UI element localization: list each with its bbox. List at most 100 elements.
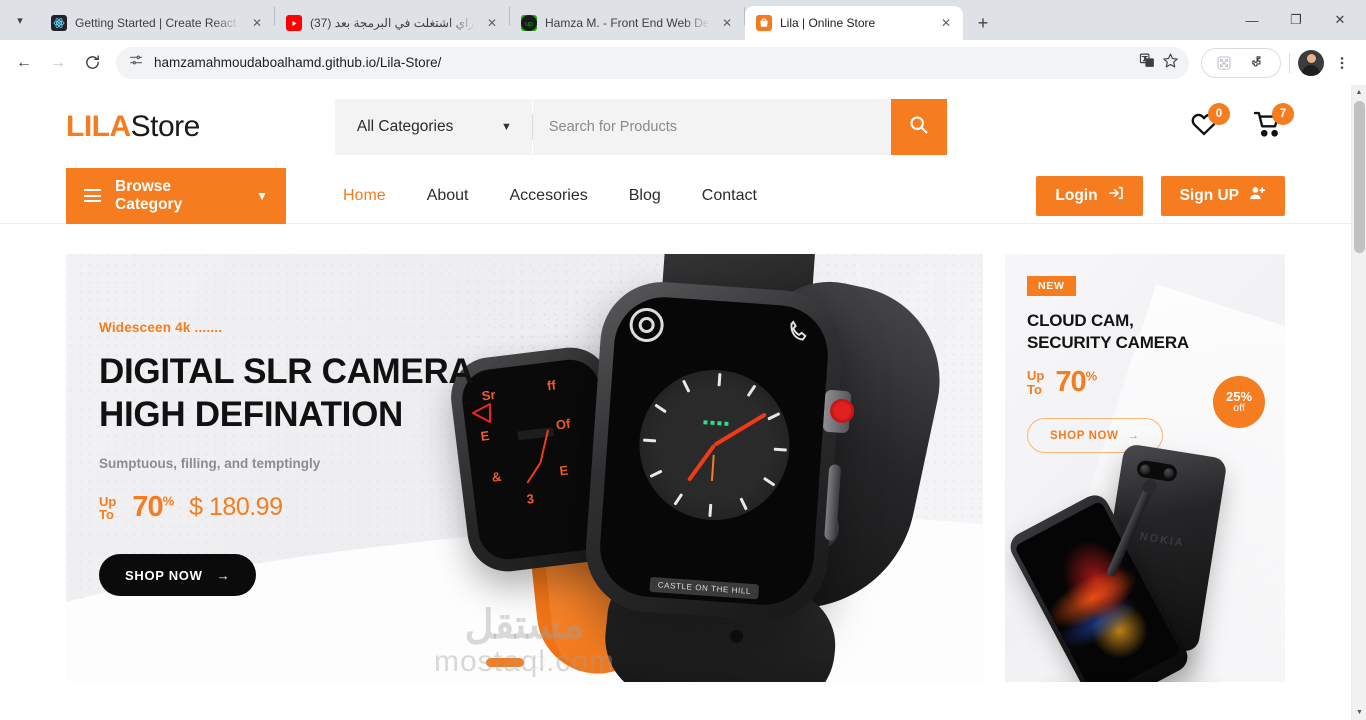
carousel-dot[interactable] — [534, 657, 545, 668]
nav-link-contact[interactable]: Contact — [702, 187, 757, 205]
react-icon — [51, 15, 67, 31]
arrow-right-icon: → — [216, 567, 231, 583]
logo-store: Store — [130, 109, 201, 143]
cart-count-badge: 7 — [1272, 102, 1294, 125]
forward-button[interactable]: → — [42, 47, 74, 79]
hero-eyebrow: Widesceen 4k ....... — [99, 320, 223, 335]
scroll-up-arrow[interactable]: ▲ — [1352, 85, 1366, 100]
close-tab-icon[interactable]: ✕ — [248, 14, 266, 32]
hero-title-line2: HIGH DEFINATION — [99, 394, 404, 434]
browser-tab-1[interactable]: Getting Started | Create React A ✕ — [40, 6, 274, 40]
browser-tab-title: (37) أزاي اشتغلت في البرمجة بعد — [310, 16, 475, 30]
upto-line1: Up — [99, 493, 117, 509]
tab-search-button[interactable]: ▾ — [0, 0, 40, 40]
promo-title: CLOUD CAM, SECURITY CAMERA — [1027, 310, 1263, 353]
browse-category-button[interactable]: Browse Category ▼ — [66, 167, 286, 224]
address-bar[interactable]: hamzamahmoudaboalhamd.github.io/Lila-Sto… — [116, 46, 1189, 79]
search-icon — [908, 114, 929, 140]
smartwatch-right: CASTLE ON THE HILL — [581, 277, 852, 625]
lila-store-page: LILAStore All Categories ▼ Search for Pr… — [0, 85, 1351, 720]
scroll-down-arrow[interactable]: ▼ — [1352, 705, 1366, 720]
search-field-wrap — [532, 98, 891, 155]
browser-tab-4-active[interactable]: Lila | Online Store ✕ — [745, 6, 963, 40]
star-icon[interactable] — [1162, 52, 1179, 74]
chevron-down-icon: ▼ — [256, 188, 268, 203]
maximize-button[interactable]: ❐ — [1274, 2, 1318, 38]
nav-link-home[interactable]: Home — [343, 187, 386, 205]
back-button[interactable]: ← — [8, 47, 40, 79]
carousel-dots — [486, 657, 545, 668]
upwork-icon: up — [521, 15, 537, 31]
promo-card[interactable]: NEW CLOUD CAM, SECURITY CAMERA Up To 70% — [1005, 254, 1285, 682]
window-controls: — ❐ ✕ — [1230, 0, 1366, 40]
discount-sticker-value: 25% — [1225, 388, 1253, 404]
chevron-down-icon: ▼ — [500, 120, 512, 133]
browser-tab-title: Lila | Online Store — [780, 16, 876, 30]
hero-discount-value: 70 — [132, 491, 163, 524]
search-input[interactable] — [548, 118, 875, 135]
search-button[interactable] — [890, 98, 947, 155]
close-tab-icon[interactable]: ✕ — [937, 14, 955, 32]
browser-toolbar: ← → hamzamahmoudaboalhamd.github.io/Lila… — [0, 40, 1366, 85]
cart-button[interactable]: 7 — [1251, 102, 1294, 144]
hamburger-icon — [84, 189, 101, 202]
nav-link-accesories[interactable]: Accesories — [510, 187, 588, 205]
discount-sticker: 25% off — [1213, 376, 1265, 428]
scrollbar-thumb[interactable] — [1354, 101, 1365, 253]
profile-avatar[interactable] — [1298, 49, 1324, 76]
browser-tab-title: Hamza M. - Front End Web Dev — [545, 16, 710, 30]
close-window-button[interactable]: ✕ — [1318, 2, 1362, 38]
main-navbar: Browse Category ▼ Home About Accesories … — [0, 167, 1351, 224]
extensions-puzzle-icon[interactable] — [1242, 47, 1274, 79]
new-tab-button[interactable]: + — [969, 9, 997, 37]
translate-icon[interactable]: A — [1139, 52, 1156, 74]
wishlist-button[interactable]: 0 — [1187, 102, 1230, 144]
page-settings-icon[interactable] — [128, 52, 144, 73]
signup-button[interactable]: Sign UP — [1160, 175, 1285, 216]
svg-text:A: A — [1148, 61, 1152, 67]
upto-line2: To — [1027, 381, 1042, 397]
hero-cta-label: SHOP NOW — [125, 567, 203, 583]
hero-upto-label: Up To — [99, 493, 117, 522]
login-button[interactable]: Login — [1036, 175, 1143, 216]
percent-symbol: % — [1085, 368, 1098, 384]
browser-tab-3[interactable]: up Hamza M. - Front End Web Dev ✕ — [510, 6, 744, 40]
reload-button[interactable] — [76, 47, 108, 79]
sub-dial-hand — [710, 454, 715, 481]
close-tab-icon[interactable]: ✕ — [483, 14, 501, 32]
url-text: hamzamahmoudaboalhamd.github.io/Lila-Sto… — [154, 55, 442, 70]
nav-link-blog[interactable]: Blog — [629, 187, 661, 205]
close-tab-icon[interactable]: ✕ — [718, 14, 736, 32]
minimize-button[interactable]: — — [1230, 2, 1274, 38]
puzzle-grid-icon[interactable] — [1208, 47, 1240, 79]
youtube-icon — [286, 15, 302, 31]
phone-reflection — [1041, 676, 1221, 682]
browser-tab-title: Getting Started | Create React A — [75, 16, 240, 30]
nav-link-about[interactable]: About — [427, 187, 469, 205]
page-scrollbar[interactable]: ▲ ▼ — [1351, 85, 1366, 720]
watch-dial — [634, 364, 795, 526]
browser-tab-2[interactable]: (37) أزاي اشتغلت في البرمجة بعد ✕ — [275, 6, 509, 40]
hero-subtitle: Sumptuous, filling, and temptingly — [99, 456, 321, 472]
signup-label: Sign UP — [1179, 186, 1239, 204]
triangle-left-icon — [472, 403, 491, 423]
tab-strip: ▾ Getting Started | Create React A ✕ (37… — [0, 0, 1366, 40]
hero-discount: 70% — [132, 491, 174, 524]
sign-in-icon — [1108, 185, 1124, 206]
site-header: LILAStore All Categories ▼ Search for Pr… — [0, 85, 1351, 168]
category-select[interactable]: All Categories ▼ — [334, 98, 532, 155]
header-icon-group: 0 7 — [1187, 102, 1294, 144]
hero-slider[interactable]: Sr ff E Of & E 3 CASTLE ON THE HILL Wide… — [66, 254, 983, 682]
site-logo[interactable]: LILAStore — [66, 110, 200, 144]
carousel-dot-active[interactable] — [486, 658, 524, 667]
promo-new-badge: NEW — [1027, 276, 1076, 296]
hero-price: $ 180.99 — [189, 493, 283, 522]
chevron-down-icon: ▾ — [17, 14, 23, 27]
wishlist-count-badge: 0 — [1208, 102, 1230, 125]
upto-line2: To — [99, 506, 114, 522]
browse-category-label: Browse Category — [115, 177, 183, 213]
hero-product-image: Sr ff E Of & E 3 CASTLE ON THE HILL — [435, 254, 958, 682]
hero-shop-now-button[interactable]: SHOP NOW → — [99, 554, 257, 597]
watch-crown — [822, 389, 852, 434]
three-dot-menu-icon[interactable] — [1326, 47, 1358, 79]
